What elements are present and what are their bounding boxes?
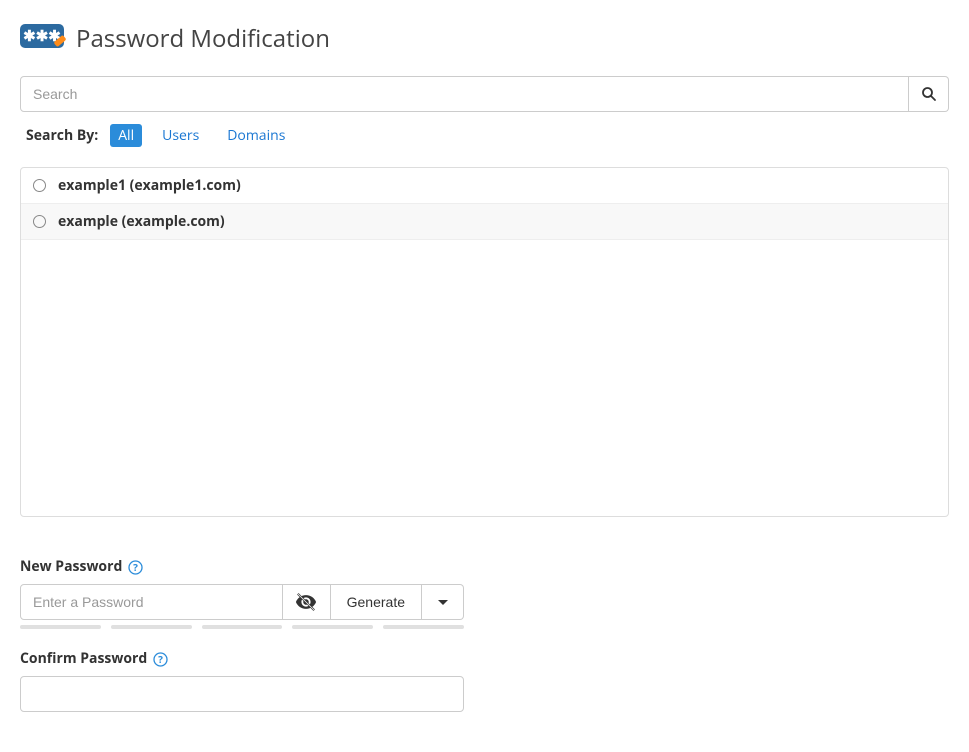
- search-icon: [921, 86, 937, 102]
- filter-domains[interactable]: Domains: [219, 124, 293, 147]
- filter-users[interactable]: Users: [154, 124, 207, 147]
- strength-bar: [20, 625, 101, 629]
- caret-down-icon: [438, 600, 448, 605]
- new-password-input[interactable]: [20, 584, 283, 620]
- help-icon[interactable]: ?: [153, 652, 168, 667]
- password-strength-meter: [20, 625, 464, 629]
- svg-text:?: ?: [158, 652, 163, 666]
- new-password-label: New Password: [20, 557, 122, 576]
- user-list: example1 (example1.com) example (example…: [20, 167, 949, 517]
- search-by-label: Search By:: [26, 126, 98, 145]
- user-radio[interactable]: [33, 215, 46, 228]
- user-row[interactable]: example1 (example1.com): [21, 168, 948, 204]
- generate-button[interactable]: Generate: [331, 584, 422, 620]
- filter-all[interactable]: All: [110, 124, 142, 147]
- user-row[interactable]: example (example.com): [21, 204, 948, 240]
- page-title: Password Modification: [76, 22, 330, 55]
- user-radio[interactable]: [33, 179, 46, 192]
- search-input[interactable]: [20, 76, 909, 112]
- confirm-password-label: Confirm Password: [20, 649, 147, 668]
- user-label: example (example.com): [58, 212, 225, 231]
- eye-slash-icon: [295, 591, 317, 613]
- help-icon[interactable]: ?: [128, 560, 143, 575]
- user-label: example1 (example1.com): [58, 176, 241, 195]
- strength-bar: [111, 625, 192, 629]
- generate-dropdown-button[interactable]: [422, 584, 464, 620]
- strength-bar: [383, 625, 464, 629]
- search-button[interactable]: [909, 76, 949, 112]
- strength-bar: [202, 625, 283, 629]
- strength-bar: [292, 625, 373, 629]
- password-modification-icon: ✱✱✱: [20, 20, 68, 56]
- toggle-visibility-button[interactable]: [283, 584, 331, 620]
- svg-text:?: ?: [133, 560, 138, 574]
